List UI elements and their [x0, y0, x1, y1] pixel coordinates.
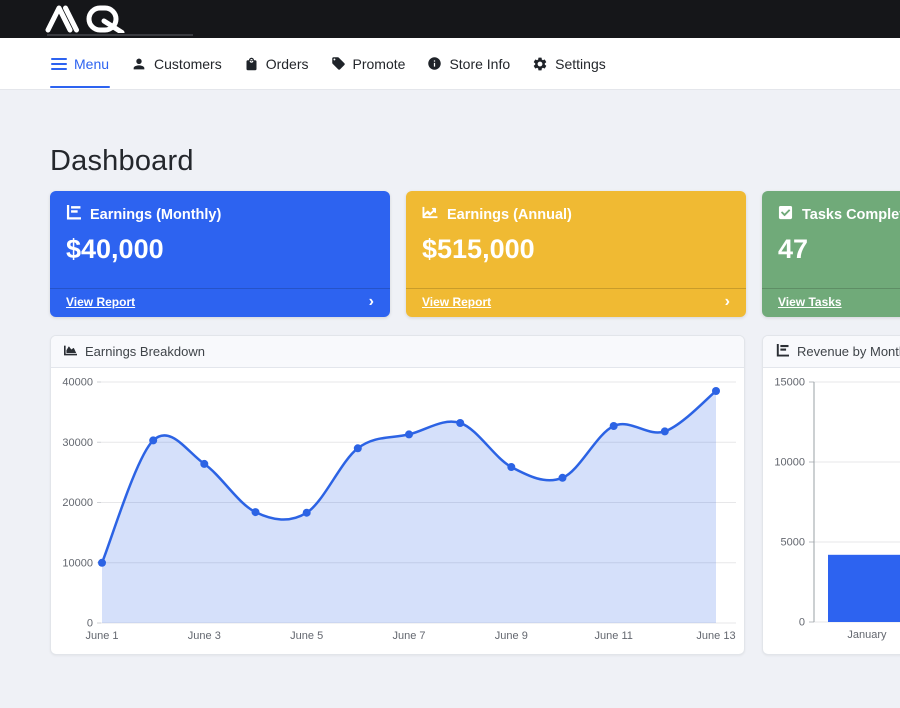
view-report-link[interactable]: View Report › [50, 288, 390, 317]
nav-item-label: Orders [266, 56, 309, 72]
aq-logo-icon[interactable] [45, 5, 133, 33]
horizontal-bar-chart-icon [776, 344, 789, 360]
svg-text:10000: 10000 [774, 457, 805, 469]
shopping-bag-icon [244, 56, 259, 72]
nav-item-label: Promote [353, 56, 406, 72]
svg-text:0: 0 [87, 618, 93, 630]
nav-item-promote[interactable]: Promote [330, 38, 407, 90]
svg-text:20000: 20000 [62, 497, 93, 509]
tag-icon [331, 56, 346, 71]
horizontal-bar-chart-icon [66, 205, 81, 224]
revenue-by-month-chart: 0 5000 10000 15000 January [763, 368, 900, 654]
tasks-completed-card: Tasks Completed 47 View Tasks › [762, 191, 900, 317]
earnings-breakdown-chart: 0 10000 20000 30000 40000 June 1 June 3 June 5 J… [51, 368, 745, 654]
chevron-right-icon: › [725, 296, 730, 308]
chart-card-title: Revenue by Month [797, 344, 900, 359]
area-chart-icon [64, 344, 77, 360]
check-square-icon [778, 205, 793, 224]
nav-item-customers[interactable]: Customers [130, 38, 223, 90]
stat-card-value: 47 [778, 234, 900, 265]
nav-item-store-info[interactable]: Store Info [426, 38, 511, 90]
svg-text:June 1: June 1 [85, 630, 118, 642]
logo-underline [47, 34, 193, 36]
earnings-annual-card: Earnings (Annual) $515,000 View Report › [406, 191, 746, 317]
stat-card-value: $40,000 [66, 234, 374, 265]
nav-item-label: Settings [555, 56, 606, 72]
svg-text:June 11: June 11 [595, 630, 633, 642]
svg-text:10000: 10000 [62, 557, 93, 569]
chevron-right-icon: › [369, 296, 374, 308]
svg-text:15000: 15000 [774, 377, 805, 389]
svg-text:June 13: June 13 [696, 630, 735, 642]
main-nav: Menu Customers Orders Promote [0, 38, 900, 90]
stat-card-title: Earnings (Monthly) [90, 207, 221, 223]
svg-text:June 3: June 3 [188, 630, 221, 642]
line-chart-icon [422, 205, 438, 224]
svg-text:5000: 5000 [781, 537, 805, 549]
nav-item-label: Menu [74, 56, 109, 72]
svg-text:June 9: June 9 [495, 630, 528, 642]
stat-card-title: Earnings (Annual) [447, 207, 572, 223]
svg-text:January: January [847, 629, 887, 641]
svg-text:June 5: June 5 [290, 630, 323, 642]
hamburger-icon [51, 57, 67, 71]
view-report-link[interactable]: View Report › [406, 288, 746, 317]
chart-card-title: Earnings Breakdown [85, 344, 205, 359]
nav-item-label: Customers [154, 56, 222, 72]
main-content: Dashboard Earnings (Monthly) $40,000 [0, 145, 900, 655]
stat-cards-row: Earnings (Monthly) $40,000 View Report ›… [50, 191, 900, 317]
top-bar [0, 0, 900, 38]
svg-text:40000: 40000 [62, 377, 93, 389]
svg-text:0: 0 [799, 617, 805, 629]
person-icon [131, 56, 147, 72]
svg-text:30000: 30000 [62, 437, 93, 449]
revenue-by-month-card: Revenue by Month 0 5000 10000 15000 January [762, 335, 900, 655]
nav-item-settings[interactable]: Settings [531, 38, 607, 90]
gear-icon [532, 56, 548, 72]
stat-card-value: $515,000 [422, 234, 730, 265]
nav-item-label: Store Info [449, 56, 510, 72]
page-title: Dashboard [50, 145, 900, 178]
view-tasks-link[interactable]: View Tasks › [762, 288, 900, 317]
charts-row: Earnings Breakdown 0 10000 20000 30000 40000… [50, 335, 900, 655]
nav-item-menu[interactable]: Menu [50, 38, 110, 90]
stat-card-title: Tasks Completed [802, 207, 900, 223]
info-circle-icon [427, 56, 442, 71]
earnings-monthly-card: Earnings (Monthly) $40,000 View Report › [50, 191, 390, 317]
earnings-breakdown-card: Earnings Breakdown 0 10000 20000 30000 40000… [50, 335, 745, 655]
svg-text:June 7: June 7 [392, 630, 425, 642]
nav-item-orders[interactable]: Orders [243, 38, 310, 90]
